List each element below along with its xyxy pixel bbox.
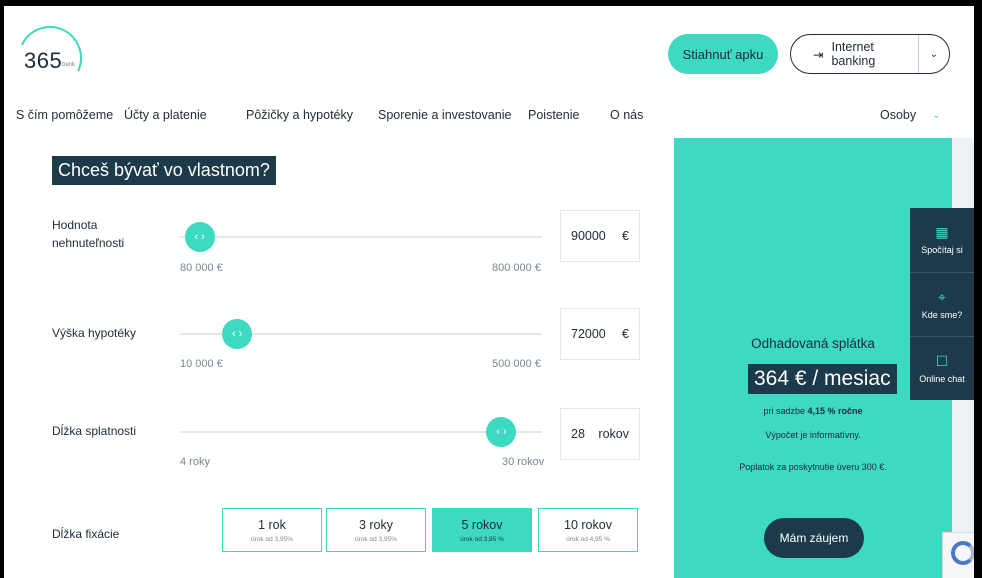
chevrons-icon: ‹ › [231, 328, 243, 340]
mortgage-unit: € [622, 327, 629, 341]
nav-item-accounts[interactable]: Účty a platenie [124, 108, 207, 122]
page: 365 bank Stiahnuť apku ⇥ Internet bankin… [4, 6, 974, 578]
loan-term-input[interactable]: 28 rokov [560, 408, 640, 460]
chat-icon: ☐ [935, 352, 949, 369]
mortgage-amount-handle[interactable]: ‹ › [222, 319, 253, 349]
fixation-option-rate: úrok od 3,95% [355, 535, 397, 543]
calculator-title: Chceš bývať vo vlastnom? [52, 156, 276, 185]
nav-item-insurance[interactable]: Poistenie [528, 108, 579, 122]
estimate-rate-prefix: pri sadzbe [763, 406, 805, 416]
internet-banking-button[interactable]: ⇥ Internet banking ⌄ [790, 34, 950, 74]
property-value-handle[interactable]: ‹ › [184, 222, 215, 252]
side-item-calculator[interactable]: ▦ Spočítaj si [910, 208, 974, 270]
recaptcha-icon [951, 541, 974, 565]
internet-banking-link[interactable]: ⇥ Internet banking [791, 35, 919, 73]
internet-banking-label: Internet banking [831, 40, 876, 68]
fixation-option-1[interactable]: 1 rok úrok od 3,95% [222, 508, 322, 552]
chevrons-icon: ‹ › [194, 231, 205, 243]
estimate-rate: pri sadzbe 4,15 % ročne [674, 406, 952, 416]
estimate-fee: Poplatok za poskytnutie úveru 300 €. [739, 462, 887, 472]
mortgage-value: 72000 [571, 327, 606, 341]
mortgage-min: 10 000 € [180, 358, 223, 370]
property-min: 80 000 € [180, 262, 223, 274]
estimate-info: Výpočet je informatívny. [765, 430, 861, 440]
chevrons-icon: ‹ › [496, 426, 507, 438]
segment-selector[interactable]: Osoby ⌄ [880, 108, 941, 122]
nav-item-loans[interactable]: Pôžičky a hypotéky [246, 108, 353, 122]
chevron-down-icon: ⌄ [932, 109, 941, 121]
chevron-down-icon[interactable]: ⌄ [919, 49, 949, 60]
side-item-chat[interactable]: ☐ Online chat [910, 337, 974, 399]
estimate-amount: 364 € / mesiac [748, 364, 897, 394]
property-value: 90000 [571, 229, 606, 243]
mortgage-amount-label: Výška hypotéky [52, 326, 137, 340]
estimate-rate-value: 4,15 % ročne [807, 406, 863, 416]
logo-number: 365 [24, 48, 63, 73]
nav-item-about[interactable]: O nás [610, 108, 643, 122]
nav-item-help[interactable]: S čím pomôžeme [16, 108, 113, 122]
side-widget: ▦ Spočítaj si ⌖ Kde sme? ☐ Online chat [910, 208, 974, 400]
side-item-label: Kde sme? [921, 309, 963, 320]
mortgage-amount-input[interactable]: 72000 € [560, 308, 640, 360]
term-max: 30 rokov [502, 456, 545, 468]
loan-term-handle[interactable]: ‹ › [486, 417, 517, 447]
nav-item-savings[interactable]: Sporenie a investovanie [378, 108, 511, 122]
fixation-option-title: 3 roky [358, 517, 394, 532]
property-max: 800 000 € [492, 262, 541, 274]
logo-sub: bank [62, 62, 76, 68]
fixation-label: Dĺžka fixácie [52, 527, 120, 541]
interested-button[interactable]: Mám záujem [764, 518, 864, 558]
fixation-option-10[interactable]: 10 rokov úrok od 4,95 % [538, 508, 638, 552]
term-unit: rokov [598, 427, 629, 441]
fixation-option-title: 5 rokov [461, 517, 503, 532]
loan-term-label: Dĺžka splatnosti [52, 424, 137, 438]
fixation-option-3[interactable]: 3 roky úrok od 3,95% [326, 508, 426, 552]
fixation-option-5[interactable]: 5 rokov úrok od 3,95 % [432, 508, 532, 552]
segment-label: Osoby [880, 108, 917, 122]
property-value-slider[interactable] [180, 236, 542, 238]
property-value-input[interactable]: 90000 € [560, 210, 640, 262]
fixation-option-title: 10 rokov [564, 517, 612, 532]
calculator-icon: ▦ [935, 223, 949, 240]
fixation-option-title: 1 rok [258, 517, 286, 532]
map-pin-icon: ⌖ [938, 288, 946, 305]
fixation-option-rate: úrok od 4,95 % [566, 535, 610, 543]
mortgage-max: 500 000 € [492, 358, 541, 370]
term-value: 28 [571, 427, 585, 441]
login-icon: ⇥ [813, 47, 824, 62]
property-value-label: Hodnota nehnuteľnosti [52, 218, 125, 250]
property-unit: € [622, 229, 629, 243]
download-app-button[interactable]: Stiahnuť apku [668, 34, 778, 74]
fixation-option-rate: úrok od 3,95 % [460, 535, 504, 543]
side-item-locations[interactable]: ⌖ Kde sme? [910, 273, 974, 335]
side-item-label: Spočítaj si [921, 244, 963, 255]
side-item-label: Online chat [919, 373, 965, 384]
bank-logo[interactable]: 365 bank [8, 16, 92, 100]
fixation-option-rate: úrok od 3,95% [251, 535, 293, 543]
recaptcha-badge[interactable] [942, 532, 974, 578]
term-min: 4 roky [180, 456, 210, 468]
